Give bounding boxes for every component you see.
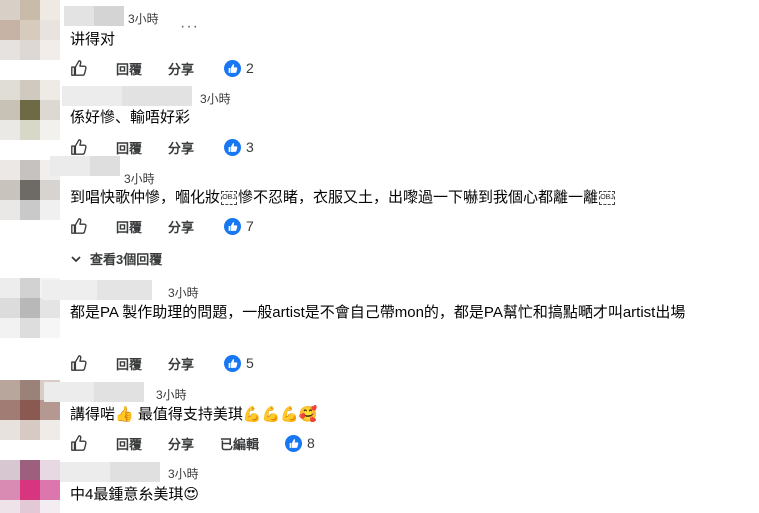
avatar-blurred[interactable] [0,460,60,513]
comment-text: 中4最鍾意糸美琪😍 [70,483,740,506]
author-name-blurred[interactable] [42,280,152,300]
reaction-summary[interactable]: 3 [224,138,254,156]
comment-timestamp[interactable]: 3小時 [200,90,231,107]
author-name-blurred[interactable] [50,156,120,176]
comment-text-part: 講得啱 [70,406,116,423]
thumbs-up-icon[interactable] [70,217,88,235]
edited-label[interactable]: 已編輯 [220,434,259,453]
heart-eyes-emoji-icon: 😍 [183,486,199,503]
like-reaction-icon [224,138,242,156]
comment-actions: 回覆 分享 2 [70,58,254,78]
reaction-count: 5 [246,355,254,371]
comment-text: 讲得对 [70,31,116,48]
comment-6: 3小時 中4最鍾意糸美琪😍 [0,460,759,513]
comment-actions: 回覆 分享 3 [70,137,254,157]
comment-1: 3小時 ··· 讲得对 回覆 分享 2 [0,0,759,82]
emoji-icon: OBJ [599,191,616,206]
emoji-icon: OBJ [221,191,238,206]
reaction-summary[interactable]: 5 [224,354,254,372]
comment-text-part: 最值得支持美琪 [133,406,243,423]
thumbs-up-icon[interactable] [70,434,88,452]
reaction-count: 7 [246,218,254,234]
author-name-blurred[interactable] [62,86,192,106]
comment-timestamp[interactable]: 3小時 [168,465,199,482]
comment-text: 係好慘、輸唔好彩 [70,109,191,126]
comment-timestamp[interactable]: 3小時 [124,170,155,187]
comment-timestamp[interactable]: 3小時 [168,284,199,301]
share-button[interactable]: 分享 [168,138,194,157]
smiling-face-hearts-emoji-icon: 🥰 [298,406,318,423]
reaction-count: 3 [246,139,254,155]
comment-3: 3小時 到唱快歌仲慘，嗰化妝 OBJ 慘不忍睹，衣服又土，出嚟過一下嚇到我個心都離一… [0,156,759,272]
comment-text-part: 慘不忍睹，衣服又土，出嚟過一下嚇到我個心都離一離 [238,189,599,206]
view-replies-link[interactable]: 查看3個回覆 [70,249,162,268]
reply-button[interactable]: 回覆 [116,59,142,78]
thumbs-up-icon[interactable] [70,59,88,77]
comment-text: 都是PA 製作助理的問題，一般artist是不會自己帶mon的，都是PA幫忙和搞… [70,304,686,321]
author-name-blurred[interactable] [64,6,124,26]
chevron-down-icon [71,255,81,262]
avatar-blurred[interactable] [0,80,60,140]
avatar-blurred[interactable] [0,0,60,60]
comment-timestamp[interactable]: 3小時 [156,386,187,403]
share-button[interactable]: 分享 [168,434,194,453]
comment-actions: 回覆 分享 7 [70,216,254,236]
comment-text: 到唱快歌仲慘，嗰化妝 OBJ 慘不忍睹，衣服又土，出嚟過一下嚇到我個心都離一離 OBJ [70,186,740,209]
reaction-summary[interactable]: 8 [285,434,315,452]
like-reaction-icon [224,354,242,372]
comment-actions: 回覆 分享 5 [70,353,254,373]
reply-button[interactable]: 回覆 [116,434,142,453]
share-button[interactable]: 分享 [168,217,194,236]
reaction-count: 2 [246,60,254,76]
comment-text: 講得啱👍 最值得支持美琪💪💪💪🥰 [70,403,740,426]
view-replies-label: 查看3個回覆 [90,252,163,267]
share-button[interactable]: 分享 [168,59,194,78]
thumbs-up-icon[interactable] [70,138,88,156]
author-name-blurred[interactable] [44,382,144,402]
reaction-summary[interactable]: 7 [224,217,254,235]
reaction-summary[interactable]: 2 [224,59,254,77]
like-reaction-icon [285,434,303,452]
flexed-biceps-emoji-icon: 💪💪💪 [242,406,299,423]
author-name-blurred[interactable] [60,462,160,482]
share-button[interactable]: 分享 [168,354,194,373]
thumbs-up-emoji-icon: 👍 [115,406,134,423]
comment-timestamp[interactable]: 3小時 [128,10,159,27]
reply-button[interactable]: 回覆 [116,217,142,236]
like-reaction-icon [224,59,242,77]
thumbs-up-icon[interactable] [70,354,88,372]
reaction-count: 8 [307,435,315,451]
like-reaction-icon [224,217,242,235]
comment-4: 3小時 都是PA 製作助理的問題，一般artist是不會自己帶mon的，都是PA… [0,278,759,378]
reply-button[interactable]: 回覆 [116,354,142,373]
comment-text-part: 到唱快歌仲慘，嗰化妝 [70,189,221,206]
comment-5: 3小時 講得啱👍 最值得支持美琪💪💪💪🥰 回覆 分享 已編輯 8 [0,380,759,460]
comment-text-part: 中4最鍾意糸美琪 [70,486,184,503]
reply-button[interactable]: 回覆 [116,138,142,157]
comment-actions: 回覆 分享 已編輯 8 [70,433,315,453]
comment-2: 3小時 係好慘、輸唔好彩 回覆 分享 3 [0,80,759,160]
